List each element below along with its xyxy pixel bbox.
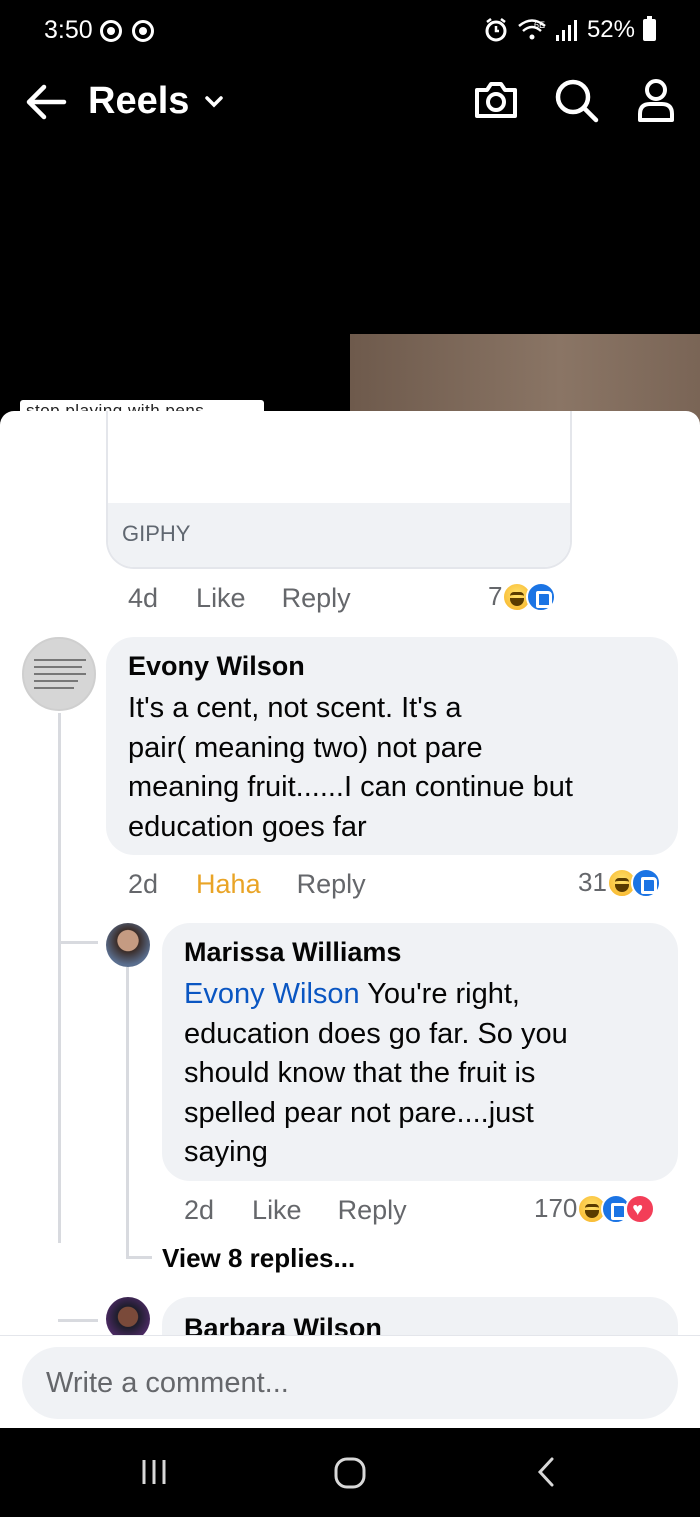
system-nav-bar [0, 1428, 700, 1517]
comment-input[interactable]: Write a comment... [22, 1347, 678, 1419]
like-button[interactable]: Like [252, 1195, 302, 1226]
mention-link[interactable]: Evony Wilson [184, 978, 360, 1010]
alarm-icon [485, 18, 507, 42]
home-icon[interactable] [333, 1456, 367, 1490]
comment-text-first-line: You're right, [359, 978, 520, 1010]
recent-apps-icon[interactable] [138, 1456, 170, 1488]
reaction-count: 31 [578, 867, 607, 897]
battery-icon [643, 16, 656, 41]
haha-reaction-button[interactable]: Haha [196, 869, 261, 900]
comment-time: 2d [128, 869, 159, 899]
back-icon[interactable] [532, 1456, 562, 1488]
reels-header: Reels [0, 70, 700, 138]
page-title[interactable]: Reels [88, 80, 189, 123]
like-reaction-icon [526, 581, 557, 612]
back-arrow-icon[interactable] [24, 82, 68, 122]
comments-sheet: GIPHY 4d Like Reply 7 Evony Wilson It's … [0, 411, 700, 1428]
comment-text: Evony Wilson You're right, education doe… [184, 975, 568, 1173]
avatar[interactable] [22, 637, 96, 711]
like-button[interactable]: Like [196, 583, 246, 614]
giphy-footer: GIPHY [108, 503, 570, 567]
comment-actions: 4d Like Reply [128, 583, 351, 614]
battery-percent: 52% [586, 16, 635, 43]
thread-line [58, 1319, 98, 1322]
comment-composer: Write a comment... [0, 1335, 700, 1428]
comment-text: It's a cent, not scent. It's a pair( mea… [128, 692, 573, 843]
notification-icon [132, 20, 154, 42]
status-indicators: 6E 52% [483, 16, 656, 44]
wifi-icon: 6E [518, 19, 546, 40]
chevron-down-icon[interactable] [204, 94, 224, 110]
reply-button[interactable]: Reply [338, 1195, 407, 1226]
like-reaction-icon [630, 867, 661, 898]
comment-text-rest: education does go far. So you should kno… [184, 1017, 568, 1169]
giphy-label: GIPHY [122, 521, 191, 546]
reaction-count: 7 [488, 581, 503, 611]
thread-line [58, 941, 98, 944]
svg-text:6E: 6E [534, 20, 545, 30]
profile-icon[interactable] [632, 76, 680, 124]
reaction-count: 170 [534, 1193, 578, 1223]
avatar[interactable] [106, 923, 150, 967]
thread-line [58, 713, 61, 1243]
comment-actions: 2d Haha Reply [128, 869, 366, 900]
comment-author[interactable]: Evony Wilson [128, 651, 305, 682]
love-reaction-icon [625, 1193, 656, 1224]
thread-line [126, 967, 129, 1257]
reply-button[interactable]: Reply [282, 583, 351, 614]
comment-bubble[interactable]: Evony Wilson It's a cent, not scent. It'… [106, 637, 678, 855]
reply-button[interactable]: Reply [297, 869, 366, 900]
comment-bubble[interactable]: Marissa Williams Evony Wilson You're rig… [162, 923, 678, 1181]
comment-actions: 2d Like Reply [184, 1195, 407, 1226]
comment-time: 4d [128, 583, 159, 613]
view-replies-link[interactable]: View 8 replies... [162, 1243, 355, 1274]
signal-icon [555, 20, 577, 41]
comment-author[interactable]: Marissa Williams [184, 937, 401, 968]
reaction-summary[interactable]: 7 [488, 581, 557, 612]
notification-icon [100, 20, 122, 42]
reaction-summary[interactable]: 31 [578, 867, 661, 898]
status-time: 3:50 [44, 16, 93, 44]
reaction-summary[interactable]: 170 [534, 1193, 656, 1224]
comment-time: 2d [184, 1195, 215, 1225]
thread-line [126, 1256, 152, 1259]
giphy-attachment[interactable]: GIPHY [106, 411, 572, 569]
camera-icon[interactable] [472, 76, 520, 124]
status-bar: 3:50 6E 52% [0, 0, 700, 62]
search-icon[interactable] [552, 76, 600, 124]
